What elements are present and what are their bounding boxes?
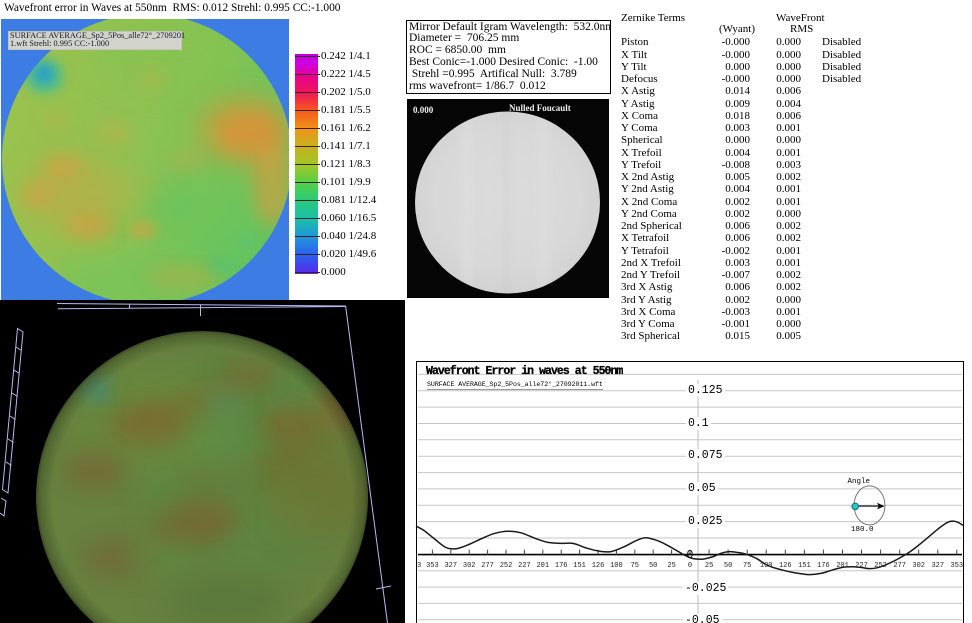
svg-text:0.000: 0.000: [413, 105, 434, 115]
svg-text:Nulled Foucault: Nulled Foucault: [509, 103, 571, 113]
